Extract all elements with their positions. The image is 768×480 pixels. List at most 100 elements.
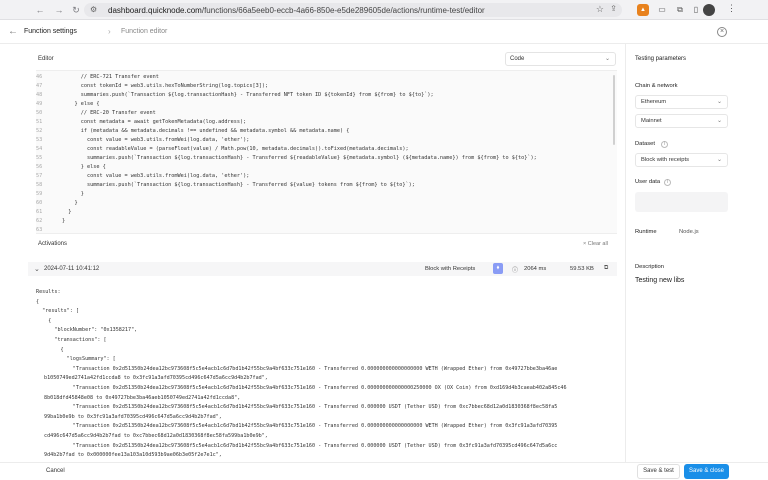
back-arrow-icon[interactable]: ← (8, 26, 18, 37)
clear-all-button[interactable]: × Clear all (583, 241, 608, 247)
line-number: 52 (36, 128, 43, 134)
modal-header: ← Function settings › Function editor × (0, 20, 768, 44)
description-label: Description (635, 264, 664, 270)
code-line: 57 const value = web3.utils.fromWei(log.… (36, 172, 249, 181)
code-line: 58 summaries.push(`Transaction ${log.tra… (36, 181, 415, 190)
line-number: 58 (36, 182, 43, 188)
activation-dataset: Block with Receipts (425, 266, 476, 272)
line-number: 57 (36, 173, 43, 179)
code-text: } else { (62, 101, 100, 107)
result-line: cd496c647d5a6cc9d4b2b7fad to 0xc7bbec68d… (44, 433, 268, 439)
editor-scrollbar[interactable] (613, 75, 615, 145)
activation-timestamp: 2024-07-11 10:41:12 (44, 266, 100, 272)
duration-icon: ⓘ (512, 268, 519, 274)
chevron-right-icon: › (108, 27, 111, 36)
line-number: 63 (36, 227, 43, 233)
user-data-input[interactable] (635, 192, 728, 212)
line-number: 50 (36, 110, 43, 116)
code-text: // ERC-721 Transfer event (62, 74, 159, 80)
code-text: summaries.push(`Transaction ${log.transa… (62, 182, 415, 188)
sidebar-icon[interactable]: ▯ (690, 4, 702, 16)
code-line: 54 const readableValue = (parseFloat(val… (36, 145, 409, 154)
result-line: { (36, 298, 40, 305)
description-value[interactable]: Testing new libs (635, 277, 684, 284)
activations-label: Activations (38, 241, 68, 247)
wallet-icon[interactable]: ▭ (656, 4, 668, 16)
profile-avatar[interactable] (703, 4, 715, 16)
code-line: 52 if (metadata && metadata.decimals !==… (36, 127, 349, 136)
code-text: summaries.push(`Transaction ${log.transa… (62, 155, 537, 161)
save-close-button[interactable]: Save & close (684, 464, 729, 479)
tab-function-settings[interactable]: Function settings (24, 28, 77, 35)
chevron-down-icon[interactable]: ⌄ (34, 265, 40, 273)
code-line: 51 const metadata = await getTokenMetada… (36, 118, 246, 127)
code-line: 60 } (36, 199, 78, 208)
copy-icon[interactable]: ⧉ (604, 265, 608, 272)
result-line: Results: (36, 289, 61, 295)
testing-title: Testing parameters (635, 56, 687, 62)
activation-size: 59.53 KB (570, 266, 594, 272)
result-line: 99ba1b0e9b to 0x3fc91a3afd70395cd496c647… (44, 413, 222, 420)
line-number: 59 (36, 191, 43, 197)
reload-icon[interactable]: ↻ (70, 4, 82, 16)
result-line: b1050749ed2741a42fd1ccda8 to 0x3fc91a3af… (44, 375, 268, 382)
line-number: 51 (36, 119, 43, 125)
address-bar[interactable]: ⚙ dashboard.quicknode.com/functions/66a5… (84, 3, 622, 17)
code-line: 55 summaries.push(`Transaction ${log.tra… (36, 154, 537, 163)
tab-function-editor[interactable]: Function editor (121, 28, 167, 35)
line-number: 48 (36, 92, 43, 98)
share-icon[interactable]: ⇪ (610, 4, 617, 13)
info-icon[interactable]: i (661, 141, 668, 148)
chevron-down-icon: ⌄ (716, 118, 722, 124)
cancel-button[interactable]: Cancel (46, 468, 65, 474)
code-line: 46 // ERC-721 Transfer event (36, 73, 159, 82)
line-number: 56 (36, 164, 43, 170)
result-line: 9d4b2b7fad to 0x000000fee13a103a10d593b9… (44, 452, 222, 459)
dataset-value: Block with receipts (641, 157, 690, 163)
url-path: /functions/66a5eeb0-eccb-4a66-850e-e5de2… (201, 6, 485, 15)
url-text: dashboard.quicknode.com/functions/66a5ee… (108, 6, 485, 15)
line-number: 46 (36, 74, 43, 80)
result-line: { (36, 346, 64, 353)
code-line: 50 // ERC-20 Transfer event (36, 109, 156, 118)
chain-network-label: Chain & network (635, 83, 678, 89)
line-number: 62 (36, 218, 43, 224)
language-select[interactable]: Code ⌄ (505, 52, 616, 66)
code-line: 56 } else { (36, 163, 106, 172)
code-text: } (62, 200, 78, 206)
line-number: 60 (36, 200, 43, 206)
back-icon[interactable]: ← (34, 4, 46, 16)
metamask-icon[interactable]: ▲ (637, 4, 649, 16)
dataset-label: Dataset (635, 141, 655, 147)
code-text: } (62, 218, 66, 224)
code-editor[interactable]: 46 // ERC-721 Transfer event 47 const tok… (36, 70, 617, 234)
code-text: const tokenId = web3.utils.hexToNumberSt… (62, 83, 269, 89)
result-line: "Transaction 0x2d51350b24dea12bc973608f5… (36, 423, 558, 430)
menu-icon[interactable]: ⋮ (727, 3, 736, 14)
save-test-button[interactable]: Save & test (637, 464, 680, 479)
chain-select[interactable]: Ethereum ⌄ (635, 95, 728, 109)
close-icon[interactable]: × (717, 27, 727, 37)
chevron-down-icon: ⌄ (604, 56, 610, 62)
activation-duration: 2064 ms (524, 266, 547, 272)
activation-results: Results: { "results": [ { "blockNumber": … (28, 280, 617, 464)
code-line: 53 const value = web3.utils.fromWei(log.… (36, 136, 249, 145)
code-line: 62} (36, 217, 65, 226)
code-text: const value = web3.utils.fromWei(log.dat… (62, 137, 250, 143)
chevron-down-icon: ⌄ (716, 157, 722, 163)
code-line: 49 } else { (36, 100, 99, 109)
code-text: summaries.push(`Transaction ${log.transa… (62, 92, 434, 98)
dataset-select[interactable]: Block with receipts ⌄ (635, 153, 728, 167)
network-select[interactable]: Mainnet ⌄ (635, 114, 728, 128)
line-number: 61 (36, 209, 43, 215)
site-settings-icon[interactable]: ⚙ (90, 5, 97, 14)
forward-icon[interactable]: → (53, 4, 65, 16)
star-icon[interactable]: ☆ (596, 4, 604, 15)
runtime-label: Runtime (635, 229, 657, 235)
code-text: // ERC-20 Transfer event (62, 110, 156, 116)
info-icon[interactable]: i (664, 179, 671, 186)
code-text: const readableValue = (parseFloat(value)… (62, 146, 409, 152)
user-data-label: User data (635, 179, 661, 185)
chain-value: Ethereum (641, 99, 667, 105)
extensions-icon[interactable]: ⧉ (674, 4, 686, 16)
